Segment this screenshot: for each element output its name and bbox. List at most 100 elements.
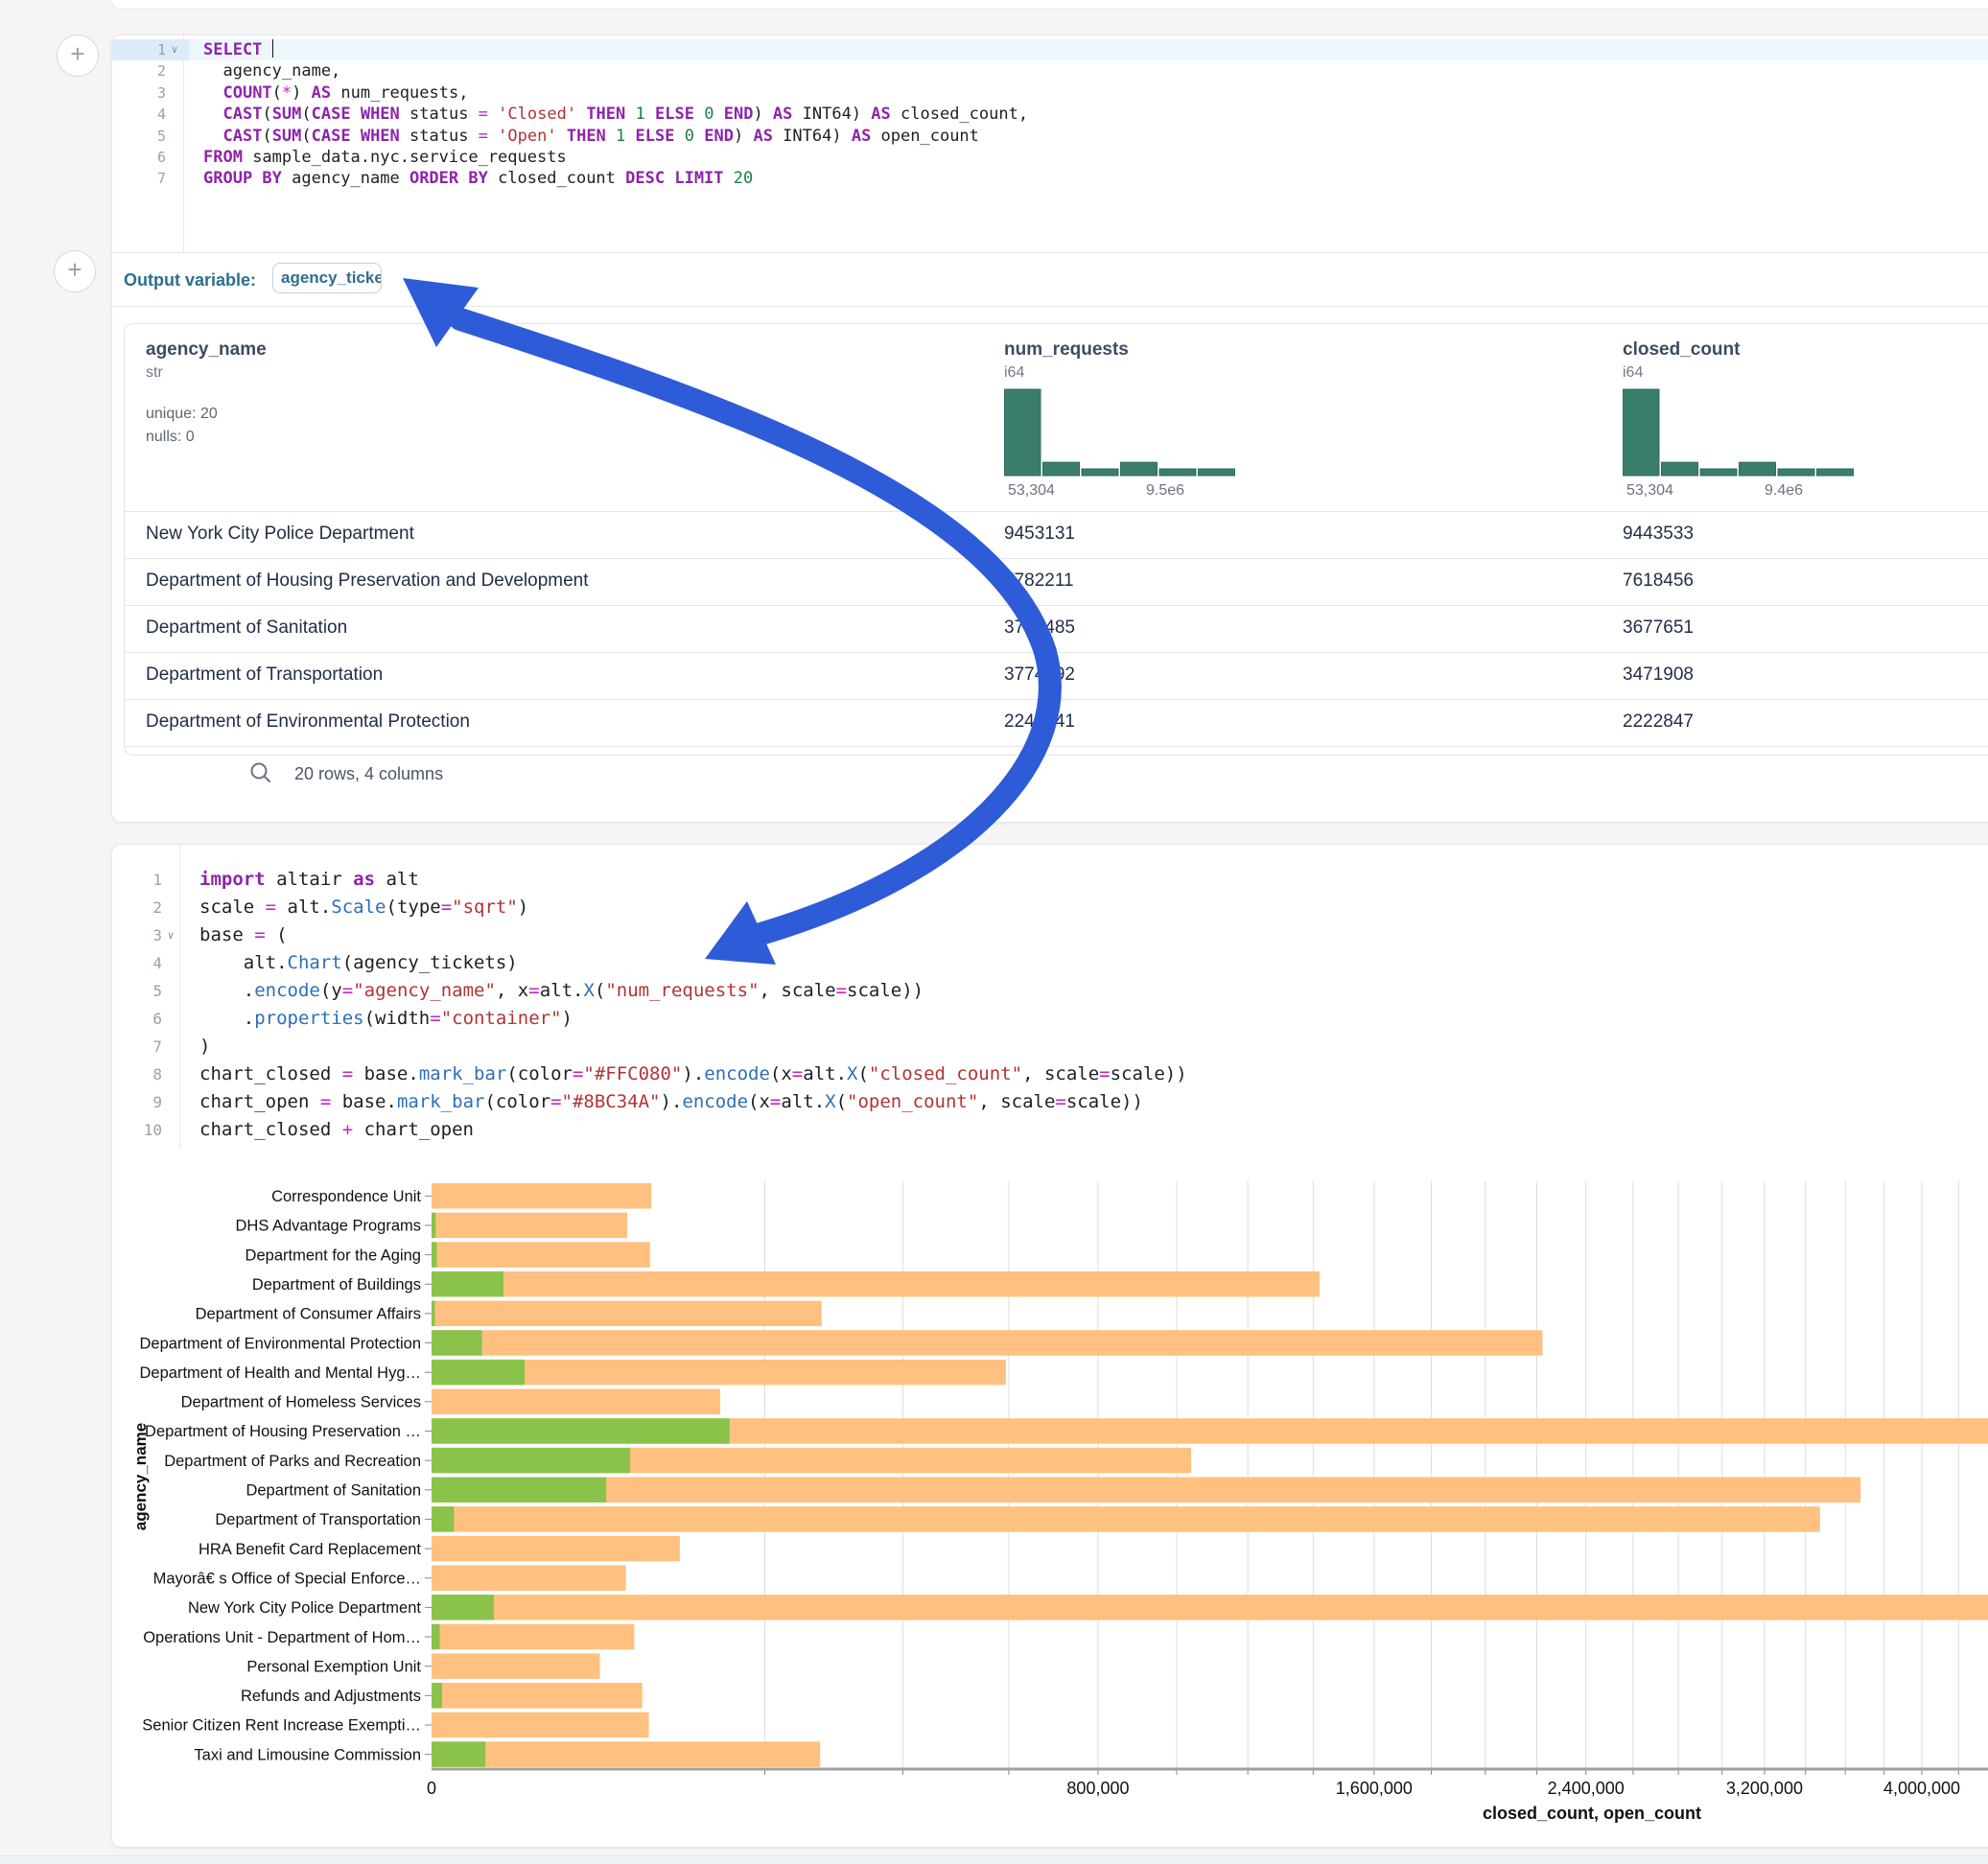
code-token: base. bbox=[331, 1091, 397, 1112]
code-token: Scale bbox=[331, 897, 386, 918]
code-line: 1∨SELECT bbox=[112, 39, 1988, 60]
code-token bbox=[713, 105, 723, 124]
add-cell-button[interactable]: + bbox=[57, 35, 99, 77]
column-type: i64 bbox=[1623, 364, 1740, 382]
column-header[interactable]: closed_counti64 bbox=[1623, 339, 1740, 382]
chart-bar-open bbox=[432, 1418, 730, 1444]
code-token bbox=[557, 127, 567, 146]
code-line: 2scale = alt.Scale(type="sqrt") bbox=[112, 894, 1988, 921]
y-axis-label: Department of Buildings bbox=[252, 1276, 421, 1293]
code-token bbox=[576, 105, 586, 124]
table-cell: Department of Environmental Protection bbox=[146, 711, 470, 733]
table-cell: Department of Transportation bbox=[146, 664, 383, 686]
line-number: 5 bbox=[112, 977, 185, 1005]
code-line: 7) bbox=[112, 1033, 1988, 1060]
chart-bar-open bbox=[432, 1360, 525, 1386]
table-cell: Department of Housing Preservation and D… bbox=[146, 571, 589, 592]
code-token: SUM bbox=[272, 105, 302, 124]
divider bbox=[112, 306, 1988, 307]
code-token: * bbox=[282, 83, 292, 103]
code-token: , scale bbox=[1022, 1063, 1099, 1084]
code-token: status bbox=[400, 105, 479, 124]
python-code-editor[interactable]: 1import altair as alt2scale = alt.Scale(… bbox=[112, 866, 1988, 1144]
y-axis-label: Department of Consumer Affairs bbox=[196, 1306, 421, 1323]
chart-bar-closed bbox=[432, 1536, 680, 1562]
y-axis-label: Taxi and Limousine Commission bbox=[194, 1746, 421, 1763]
code-token: mark_bar bbox=[419, 1063, 507, 1084]
chart-bar-open bbox=[432, 1478, 606, 1503]
y-axis-label: Department of Environmental Protection bbox=[140, 1335, 421, 1352]
line-number: 10 bbox=[112, 1116, 185, 1144]
code-token: scale)) bbox=[1066, 1091, 1143, 1112]
code-token: num_requests, bbox=[331, 83, 468, 103]
divider bbox=[112, 252, 1988, 253]
code-token: ( bbox=[301, 105, 311, 124]
y-axis-label: Operations Unit - Department of Hom… bbox=[143, 1629, 421, 1646]
code-token: = bbox=[479, 105, 488, 124]
code-line: 3∨base = ( bbox=[112, 921, 1988, 949]
code-token bbox=[203, 105, 222, 124]
code-token: ELSE bbox=[636, 127, 675, 146]
code-line: 7GROUP BY agency_name ORDER BY closed_co… bbox=[112, 168, 1988, 189]
code-token bbox=[625, 127, 635, 146]
table-cell: 2240041 bbox=[1004, 711, 1075, 733]
code-token: GROUP BY bbox=[203, 169, 282, 188]
code-token bbox=[262, 40, 271, 59]
code-token: X bbox=[825, 1091, 835, 1112]
column-header[interactable]: agency_namestr bbox=[146, 339, 267, 382]
code-token: 1 bbox=[616, 127, 625, 146]
code-token: SUM bbox=[272, 127, 302, 146]
code-line: 3 COUNT(*) AS num_requests, bbox=[112, 82, 1988, 104]
chart-bar-closed bbox=[432, 1683, 643, 1709]
column-header[interactable]: num_requestsi64 bbox=[1004, 339, 1129, 382]
code-token: ( bbox=[262, 127, 271, 146]
bar-chart: Correspondence UnitDHS Advantage Program… bbox=[0, 1175, 1988, 1864]
chart-bar-closed bbox=[432, 1506, 1820, 1532]
code-token: ELSE bbox=[655, 105, 694, 124]
sql-code-editor[interactable]: 1∨SELECT 2 agency_name,3 COUNT(*) AS num… bbox=[112, 39, 1988, 190]
code-token: INT64) bbox=[792, 105, 871, 124]
fold-chevron-icon[interactable]: ∨ bbox=[166, 39, 183, 60]
y-axis-title: agency_name bbox=[131, 1423, 150, 1530]
code-token bbox=[625, 105, 635, 124]
code-token: "#FFC080" bbox=[583, 1063, 682, 1084]
code-token: DESC bbox=[625, 169, 665, 188]
line-number: 1 bbox=[112, 866, 185, 894]
chart-bar-closed bbox=[432, 1242, 650, 1268]
code-token: alt bbox=[375, 869, 419, 890]
code-token bbox=[203, 83, 222, 103]
table-cell: 3749485 bbox=[1004, 617, 1075, 639]
code-token: CAST bbox=[222, 105, 262, 124]
chart-bar-closed bbox=[432, 1213, 627, 1239]
code-token: ORDER BY bbox=[409, 169, 488, 188]
table-row: Department of Environmental Protection 22… bbox=[125, 699, 1988, 747]
code-token: status bbox=[400, 127, 479, 146]
histogram-max-label: 9.5e6 bbox=[1146, 482, 1184, 500]
code-token: ). bbox=[661, 1091, 683, 1112]
column-name: agency_name bbox=[146, 339, 267, 361]
search-icon[interactable] bbox=[248, 760, 273, 785]
output-variable-pill[interactable]: agency_tickets bbox=[272, 263, 382, 293]
code-token: AS bbox=[773, 105, 792, 124]
fold-chevron-icon[interactable]: ∨ bbox=[162, 921, 179, 949]
code-token bbox=[724, 169, 734, 188]
line-number: 1∨ bbox=[112, 39, 189, 60]
chart-bar-open bbox=[432, 1271, 503, 1297]
code-token: altair bbox=[266, 869, 354, 890]
add-cell-button[interactable]: + bbox=[54, 250, 96, 292]
chart-bar-open bbox=[432, 1741, 485, 1767]
code-token: AS bbox=[312, 83, 331, 103]
sql-cell: 1∨SELECT 2 agency_name,3 COUNT(*) AS num… bbox=[111, 35, 1988, 823]
chart-bar-closed bbox=[432, 1741, 820, 1767]
code-token: FROM bbox=[203, 148, 243, 167]
table-cell: Department of Sanitation bbox=[146, 617, 347, 639]
code-line: 9chart_open = base.mark_bar(color="#8BC3… bbox=[112, 1088, 1988, 1116]
code-token: ). bbox=[682, 1063, 704, 1084]
code-token: chart_closed bbox=[199, 1119, 342, 1140]
code-token: open_count bbox=[871, 127, 979, 146]
y-axis-label: Refunds and Adjustments bbox=[241, 1688, 421, 1705]
table-cell: 2222847 bbox=[1623, 711, 1694, 733]
chart-bar-open bbox=[432, 1683, 442, 1709]
chart-bar-closed bbox=[432, 1183, 651, 1209]
code-token: = bbox=[441, 897, 452, 918]
